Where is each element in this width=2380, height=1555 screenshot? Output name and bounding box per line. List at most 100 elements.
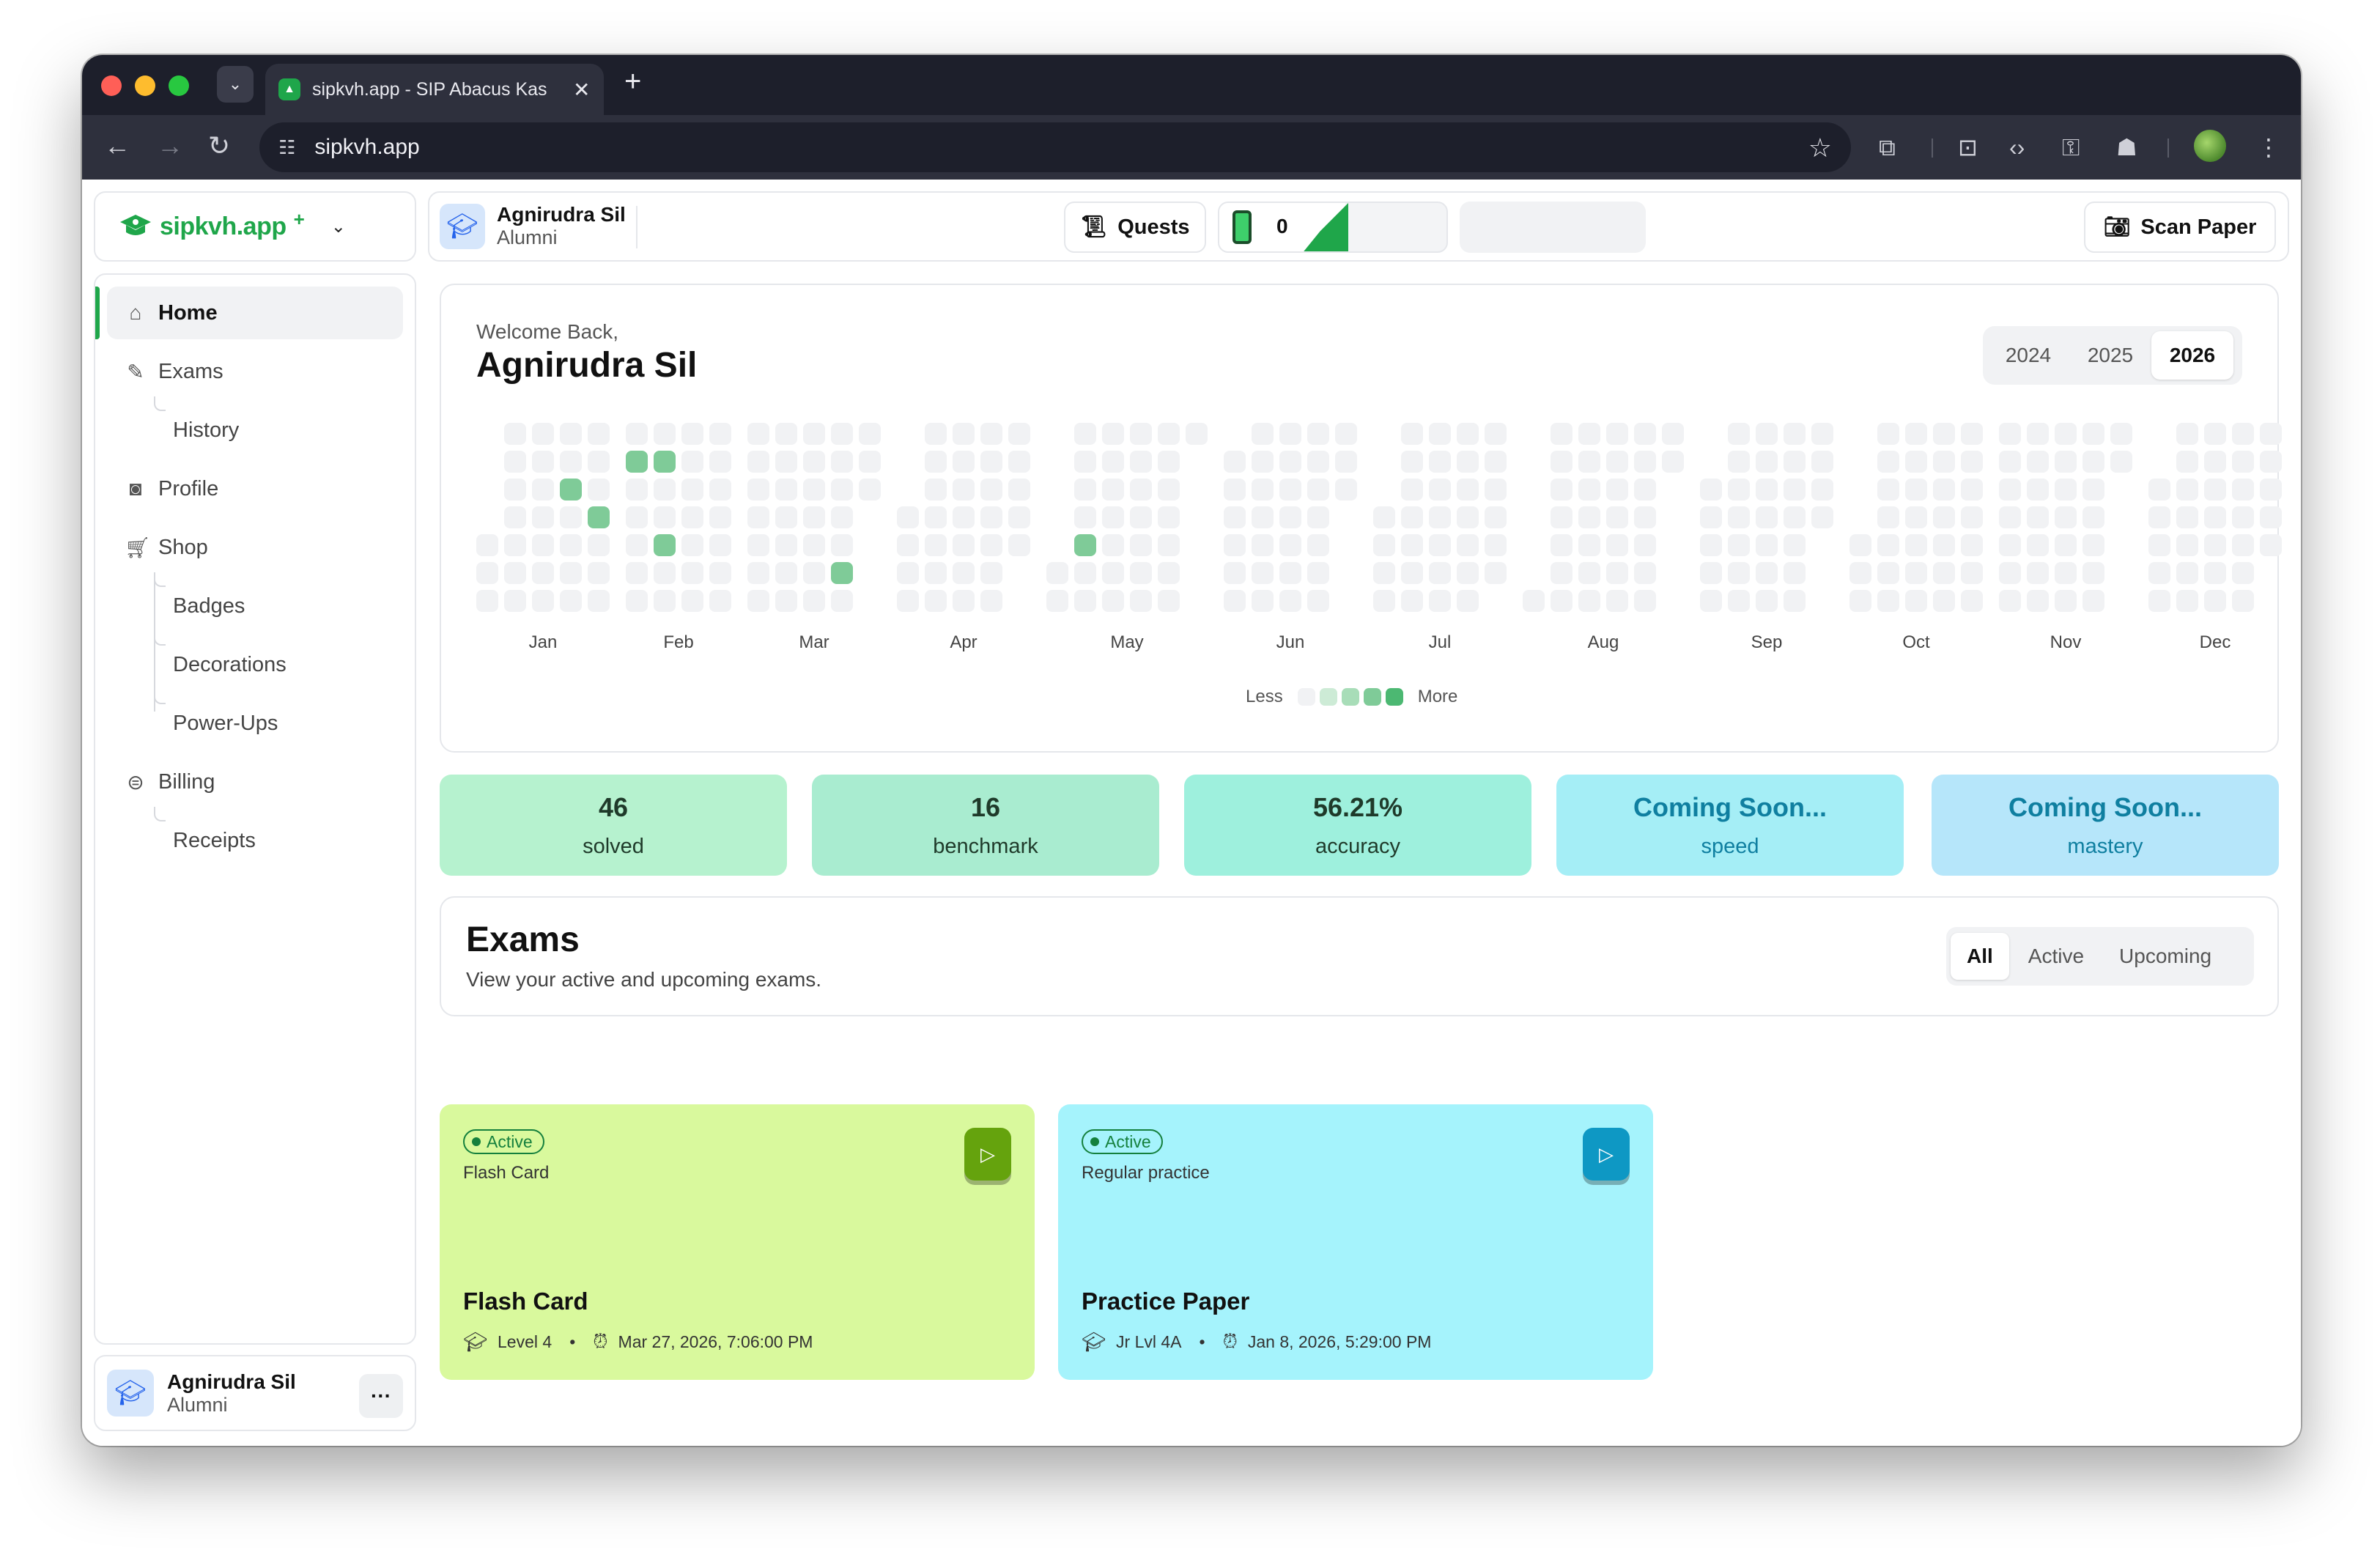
menu-kebab-icon[interactable]: ⋮: [2257, 133, 2280, 162]
profile-avatar-icon[interactable]: [2194, 130, 2226, 162]
topbar-user[interactable]: 🎓︎ Agnirudra Sil Alumni: [440, 203, 626, 249]
exam-filter: All Active Upcoming: [1946, 927, 2254, 986]
heatmap-day-cell: [1578, 506, 1600, 528]
reload-icon[interactable]: ↻: [208, 131, 230, 160]
address-bar[interactable]: ☷ sipkvh.app ☆: [259, 122, 1851, 172]
heatmap-day-cell: [925, 423, 947, 445]
sidebar-item-power-ups[interactable]: Power-Ups: [173, 697, 278, 750]
year-2026-button[interactable]: 2026: [2151, 331, 2233, 380]
exam-card[interactable]: Active Regular practice ▷ Practice Paper…: [1058, 1104, 1653, 1380]
tab-search-button[interactable]: ⌄: [217, 66, 254, 103]
heatmap-day-cell: [1130, 451, 1152, 473]
heatmap-day-cell: [2204, 562, 2226, 584]
tab-title: sipkvh.app - SIP Abacus Kas: [312, 78, 547, 100]
brand-switcher[interactable]: sipkvh.app + ⌄: [94, 191, 416, 262]
heatmap-day-cell: [1728, 534, 1750, 556]
sidebar-item-receipts[interactable]: Receipts: [173, 814, 256, 867]
code-icon[interactable]: ‹›: [2009, 133, 2025, 162]
forward-icon[interactable]: →: [157, 131, 183, 160]
heatmap-day-cell: [925, 590, 947, 612]
heatmap-day-cell: [803, 479, 825, 501]
heatmap-day-cell: [532, 423, 554, 445]
sidebar-item-shop[interactable]: 🛒︎ Shop: [107, 521, 403, 574]
incognito-icon[interactable]: ☗: [2116, 133, 2137, 162]
stat-value: 46: [598, 791, 629, 822]
heatmap-day-cell: [831, 423, 853, 445]
heatmap-day-cell: [654, 562, 676, 584]
back-icon[interactable]: ←: [104, 131, 130, 160]
heatmap-day-cell: [980, 506, 1002, 528]
scan-label: Scan Paper: [2140, 215, 2257, 239]
play-button[interactable]: ▷: [1583, 1128, 1630, 1181]
sidebar-item-billing[interactable]: ⊜ Billing: [107, 756, 403, 808]
heatmap-day-cell: [681, 590, 703, 612]
sidebar-item-badges[interactable]: Badges: [173, 580, 245, 632]
heatmap-day-cell: [2232, 534, 2254, 556]
heatmap-day-cell: [626, 534, 648, 556]
heatmap-day-cell: [1074, 451, 1096, 473]
heatmap-day-cell: [1252, 590, 1274, 612]
screenshot-icon[interactable]: ⊡: [1958, 133, 1978, 162]
profile-icon: ◙: [129, 477, 142, 500]
sidebar-item-exams[interactable]: ✎ Exams: [107, 345, 403, 398]
browser-tab[interactable]: ▲ sipkvh.app - SIP Abacus Kas ✕: [265, 64, 604, 115]
graduation-cap-icon: 🎓︎: [1082, 1330, 1106, 1353]
heatmap-day-cell: [532, 534, 554, 556]
heatmap-day-cell: [1279, 451, 1301, 473]
maximize-window-button[interactable]: [169, 75, 189, 96]
site-settings-icon[interactable]: ☷: [278, 136, 295, 159]
heatmap-day-cell: [2148, 506, 2170, 528]
heatmap-day-cell: [681, 451, 703, 473]
year-2025-button[interactable]: 2025: [2069, 331, 2151, 380]
filter-active[interactable]: Active: [2012, 933, 2100, 980]
sidebar-item-home[interactable]: ⌂ Home: [107, 287, 403, 339]
status-badge: Active: [463, 1129, 544, 1154]
heatmap-day-cell: [588, 479, 610, 501]
sidebar-item-profile[interactable]: ◙ Profile: [107, 462, 403, 515]
heatmap-day-cell: [1130, 590, 1152, 612]
heatmap-day-cell: [1307, 562, 1329, 584]
filter-all[interactable]: All: [1951, 933, 2009, 980]
heatmap-day-cell: [2082, 534, 2104, 556]
heatmap-day-cell: [626, 423, 648, 445]
scan-paper-button[interactable]: 📷︎ Scan Paper: [2084, 202, 2276, 253]
close-window-button[interactable]: [101, 75, 122, 96]
heatmap-day-cell: [1877, 590, 1899, 612]
close-tab-icon[interactable]: ✕: [573, 78, 590, 102]
heatmap-day-cell: [2055, 423, 2077, 445]
sidebar-item-history[interactable]: History: [173, 404, 239, 457]
password-key-icon[interactable]: ⚿: [2062, 133, 2080, 162]
heatmap-day-cell: [1999, 562, 2021, 584]
extensions-icon[interactable]: ⧉: [1879, 133, 1896, 162]
heatmap-day-cell: [1877, 562, 1899, 584]
status-dot: [472, 1137, 481, 1146]
heatmap-day-cell: [1578, 534, 1600, 556]
heatmap-day-cell: [1401, 562, 1423, 584]
minimize-window-button[interactable]: [135, 75, 155, 96]
cart-icon: 🛒︎: [125, 536, 151, 559]
heatmap-day-cell: [1551, 451, 1572, 473]
heatmap-day-cell: [1756, 423, 1778, 445]
filter-upcoming[interactable]: Upcoming: [2103, 933, 2228, 980]
sidebar-user-card[interactable]: 🎓︎ Agnirudra Sil Alumni ···: [94, 1355, 416, 1431]
heatmap-day-cell: [2148, 590, 2170, 612]
more-options-button[interactable]: ···: [359, 1374, 403, 1418]
sidebar-item-decorations[interactable]: Decorations: [173, 638, 287, 691]
year-2024-button[interactable]: 2024: [1987, 331, 2069, 380]
heatmap-day-cell: [1457, 451, 1479, 473]
play-button[interactable]: ▷: [964, 1128, 1011, 1181]
heatmap-day-cell: [2204, 506, 2226, 528]
exam-level: Jr Lvl 4A: [1116, 1331, 1182, 1351]
bookmark-star-icon[interactable]: ☆: [1808, 133, 1832, 163]
heatmap-day-cell: [1877, 534, 1899, 556]
heatmap-day-cell: [1279, 562, 1301, 584]
streak-indicator[interactable]: 0: [1218, 202, 1448, 253]
month-label: Nov: [2050, 632, 2082, 652]
new-tab-button[interactable]: +: [624, 65, 641, 98]
loading-placeholder: [1460, 202, 1646, 253]
quests-button[interactable]: 📜︎ Quests: [1064, 202, 1206, 253]
heatmap-day-cell: [953, 562, 975, 584]
exam-card[interactable]: Active Flash Card ▷ Flash Card 🎓︎ Level …: [440, 1104, 1035, 1380]
heatmap-day-cell: [588, 562, 610, 584]
heatmap-day-cell: [1933, 534, 1955, 556]
